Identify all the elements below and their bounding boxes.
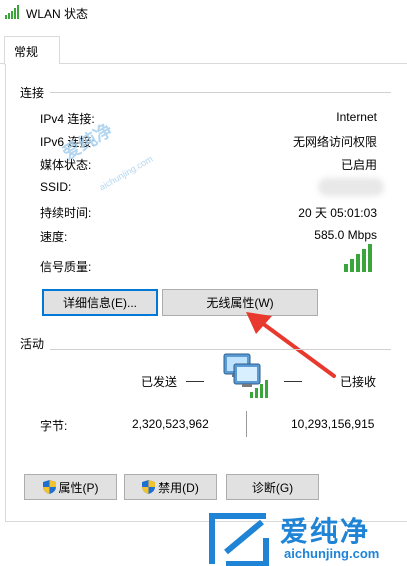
tab-general[interactable]: 常规 xyxy=(4,36,60,65)
bytes-sent-value: 2,320,523,962 xyxy=(132,417,209,431)
received-label: 已接收 xyxy=(340,375,377,389)
uac-shield-icon xyxy=(142,480,156,494)
ipv4-value: Internet xyxy=(336,110,377,124)
connection-section-title: 连接 xyxy=(20,84,51,101)
sent-label: 已发送 xyxy=(141,375,178,389)
disable-button-label: 禁用(D) xyxy=(158,480,199,495)
network-computers-icon xyxy=(223,353,268,398)
title-bar: WLAN 状态 xyxy=(0,0,407,24)
activity-divider xyxy=(20,349,391,350)
watermark-logo-url: aichunjing.com xyxy=(284,546,380,561)
properties-button[interactable]: 属性(P) xyxy=(24,474,117,500)
bytes-separator xyxy=(246,411,247,437)
diagnose-button[interactable]: 诊断(G) xyxy=(226,474,319,500)
bytes-label: 字节: xyxy=(40,419,68,433)
window-title: WLAN 状态 xyxy=(26,7,89,21)
wlan-signal-icon xyxy=(5,5,19,19)
ssid-value-redacted xyxy=(318,178,384,196)
ipv6-value: 无网络访问权限 xyxy=(292,135,377,149)
media-state-value: 已启用 xyxy=(340,158,377,172)
ssid-label: SSID: xyxy=(40,180,72,194)
signal-quality-label: 信号质量: xyxy=(40,260,92,274)
tab-strip: 常规 xyxy=(0,36,407,65)
sent-dash xyxy=(186,381,204,382)
bytes-received-value: 10,293,156,915 xyxy=(291,417,375,431)
signal-quality-icon xyxy=(344,244,372,272)
speed-value: 585.0 Mbps xyxy=(314,228,377,242)
uac-shield-icon xyxy=(42,480,56,494)
connection-divider xyxy=(20,92,391,93)
disable-button[interactable]: 禁用(D) xyxy=(124,474,217,500)
details-button[interactable]: 详细信息(E)... xyxy=(42,289,158,316)
duration-label: 持续时间: xyxy=(40,206,92,220)
properties-button-label: 属性(P) xyxy=(58,480,99,495)
ipv4-label: IPv4 连接: xyxy=(40,112,95,126)
activity-section-title: 活动 xyxy=(20,335,51,352)
received-dash xyxy=(284,381,302,382)
watermark-logo-text: 爱纯净 xyxy=(280,516,371,547)
duration-value: 20 天 05:01:03 xyxy=(298,206,377,220)
speed-label: 速度: xyxy=(40,230,68,244)
